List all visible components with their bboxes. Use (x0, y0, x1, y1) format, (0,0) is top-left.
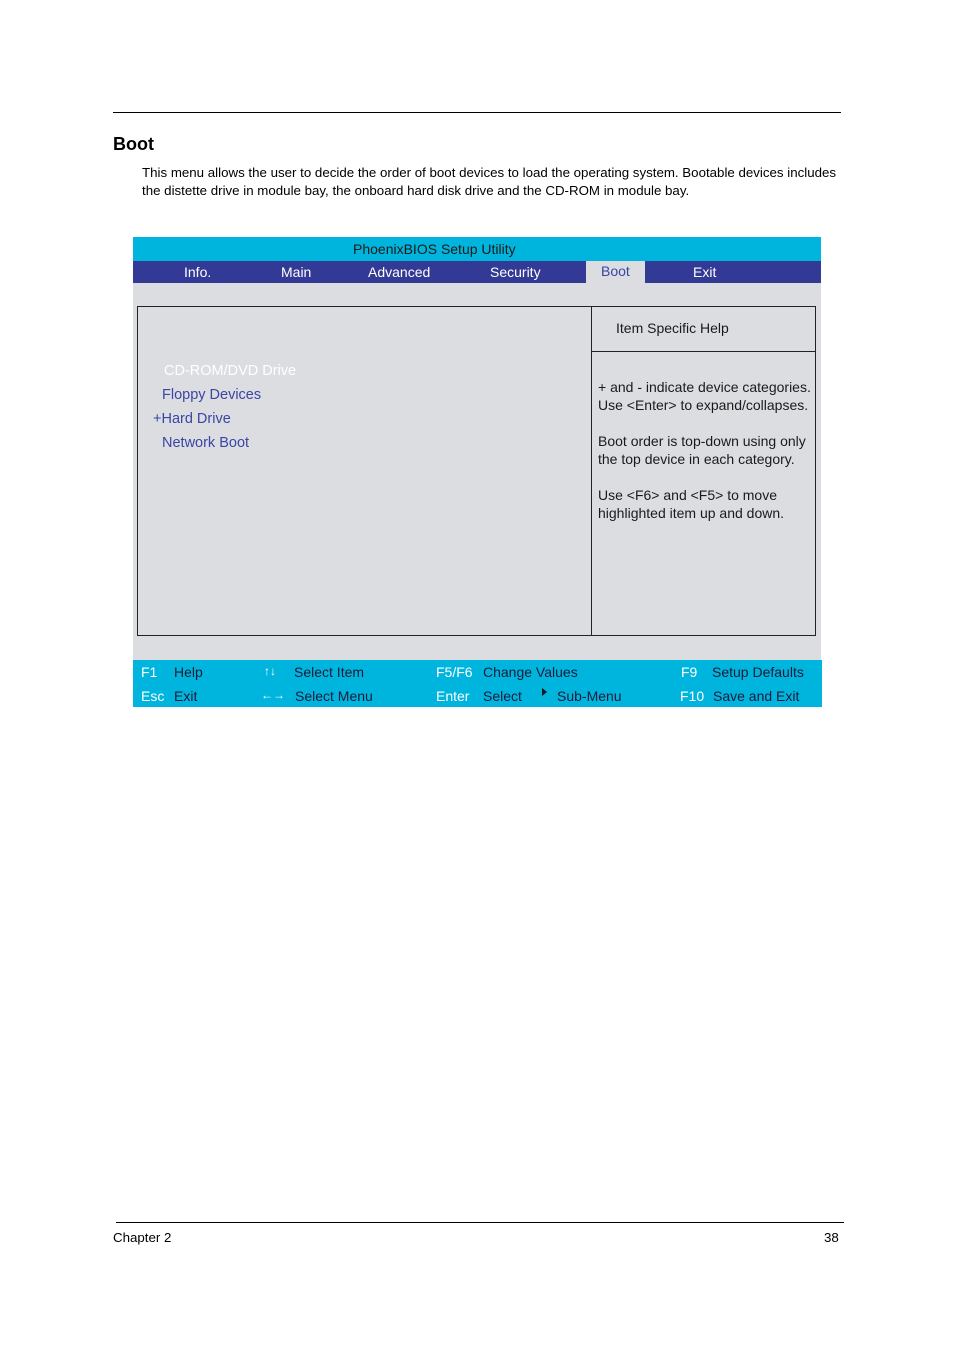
section-title: Boot (113, 134, 154, 154)
bios-key-legend: F1 Help ↑↓ Select Item F5/F6 Change Valu… (133, 660, 822, 707)
help-title: Item Specific Help (616, 320, 729, 336)
up-down-arrows-icon: ↑↓ (264, 664, 276, 678)
bios-title-bar: PhoenixBIOS Setup Utility (133, 237, 821, 261)
footer-page-number: 38 (824, 1230, 839, 1245)
left-right-arrows-icon: ←→ (261, 688, 285, 702)
key-f1: F1 (141, 664, 158, 680)
footer-chapter: Chapter 2 (113, 1230, 172, 1245)
intro-text: This menu allows the user to decide the … (142, 165, 837, 198)
tab-advanced[interactable]: Advanced (368, 261, 430, 283)
key-esc: Esc (141, 688, 165, 704)
key-leftright-desc: Select Menu (295, 688, 373, 704)
boot-item-floppy[interactable]: Floppy Devices (162, 387, 261, 403)
panel-divider (591, 307, 592, 635)
key-f1-desc: Help (174, 664, 203, 680)
bios-title: PhoenixBIOS Setup Utility (353, 241, 516, 257)
boot-item-cdrom[interactable]: CD-ROM/DVD Drive (164, 363, 296, 379)
help-paragraph: Use <F6> and <F5> to move highlighted it… (598, 487, 785, 521)
boot-item-network[interactable]: Network Boot (162, 435, 249, 451)
help-paragraph: Boot order is top-down using only the to… (598, 433, 806, 467)
bios-screenshot: PhoenixBIOS Setup Utility Info. Main Adv… (133, 237, 822, 707)
key-f9: F9 (681, 664, 698, 680)
bios-menu-bar: Info. Main Advanced Security Boot Exit (133, 261, 821, 283)
tab-security[interactable]: Security (490, 261, 541, 283)
footer-rule (116, 1222, 844, 1223)
key-updown-desc: Select Item (294, 664, 365, 680)
key-f9-desc: Setup Defaults (712, 664, 804, 680)
help-paragraph: + and - indicate device categories. Use … (598, 379, 811, 413)
help-title-divider (591, 351, 815, 352)
key-enter: Enter (436, 688, 470, 704)
tab-info[interactable]: Info. (184, 261, 211, 283)
help-body: + and - indicate device categories. Use … (598, 378, 813, 540)
key-enter-desc: Select (483, 688, 522, 704)
key-esc-desc: Exit (174, 688, 198, 704)
key-f5f6: F5/F6 (436, 664, 473, 680)
key-f5f6-desc: Change Values (483, 664, 578, 680)
boot-item-hard-drive[interactable]: +Hard Drive (153, 411, 231, 427)
tab-exit[interactable]: Exit (693, 261, 716, 283)
triangle-right-icon (542, 688, 547, 696)
intro-paragraph: This menu allows the user to decide the … (142, 164, 842, 199)
key-f10: F10 (680, 688, 705, 704)
key-f10-desc: Save and Exit (713, 688, 800, 704)
key-enter-submenu: Sub-Menu (557, 688, 622, 704)
bios-content-area: CD-ROM/DVD Drive Floppy Devices +Hard Dr… (133, 283, 821, 660)
boot-panel: CD-ROM/DVD Drive Floppy Devices +Hard Dr… (137, 306, 816, 636)
tab-boot[interactable]: Boot (586, 261, 645, 283)
tab-main[interactable]: Main (281, 261, 311, 283)
header-rule (113, 112, 841, 113)
